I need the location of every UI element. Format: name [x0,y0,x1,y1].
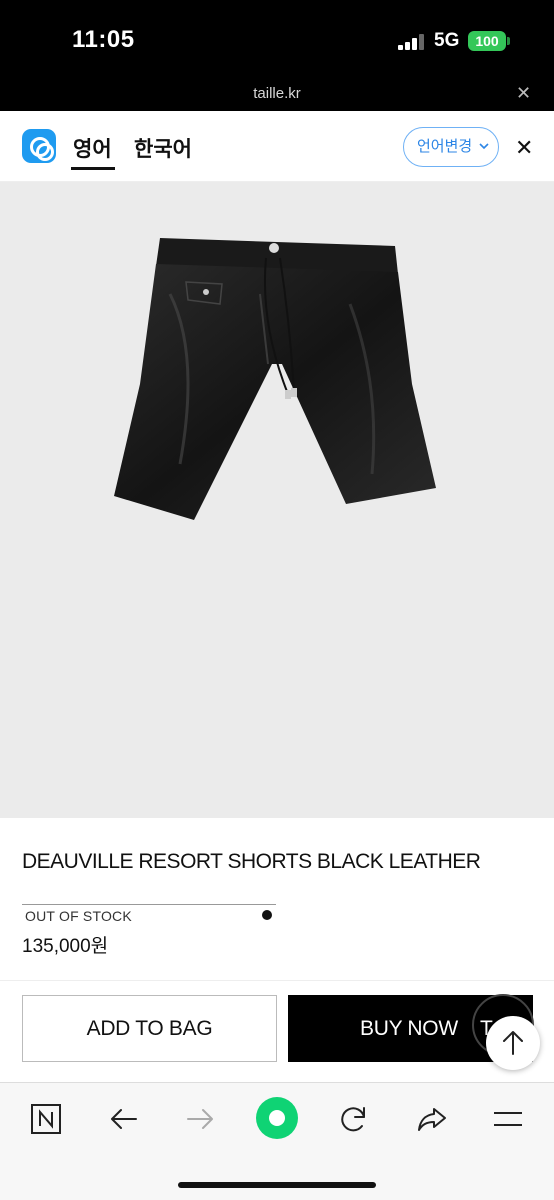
stock-divider [22,904,276,905]
naver-home-button[interactable] [256,1097,298,1139]
hamburger-menu-icon [494,1112,522,1126]
stock-dot-icon [262,910,272,920]
share-icon [418,1108,446,1131]
active-tab-indicator [71,167,115,170]
arrow-left-icon [111,1109,137,1129]
arrow-up-icon [503,1031,523,1055]
product-name: DEAUVILLE RESORT SHORTS BLACK LEATHER [22,850,481,873]
translate-bar: 영어 한국어 언어변경 ✕ [0,111,554,182]
scroll-to-top-button[interactable] [486,1016,540,1070]
language-change-button[interactable]: 언어변경 [403,127,499,167]
product-image[interactable] [0,182,554,818]
close-icon[interactable]: ✕ [516,83,531,104]
status-time: 11:05 [72,26,135,53]
naver-n-button[interactable] [24,1097,68,1141]
papago-logo-icon [22,129,56,163]
battery-tip [507,37,510,45]
reload-icon [341,1107,365,1132]
back-button[interactable] [102,1097,146,1141]
naver-n-icon [31,1104,61,1134]
battery-icon: 100 [468,31,506,51]
forward-button[interactable] [178,1097,222,1141]
network-type: 5G [434,30,460,51]
add-to-bag-button[interactable]: ADD TO BAG [22,995,277,1062]
status-bar: 11:05 5G 100 [0,0,554,80]
reload-button[interactable] [332,1097,376,1141]
leather-shorts-image [114,238,436,520]
signal-icon [398,34,428,50]
home-indicator [178,1182,376,1188]
menu-button[interactable] [486,1097,530,1141]
url-bar[interactable]: taille.kr ✕ [0,80,554,111]
tab-source-language[interactable]: 영어 [73,133,112,163]
buy-now-label: BUY NOW [360,1017,458,1040]
action-bar: ADD TO BAG BUY NOW T [0,980,554,1080]
url-text[interactable]: taille.kr [0,85,554,102]
stock-status: OUT OF STOCK [25,908,132,924]
tab-target-language[interactable]: 한국어 [134,133,192,163]
arrow-right-icon [187,1109,213,1129]
close-translate-icon[interactable]: ✕ [515,135,533,161]
product-price: 135,000원 [22,936,109,957]
language-change-label: 언어변경 [417,138,473,155]
chevron-down-icon [478,128,490,181]
share-button[interactable] [410,1097,454,1141]
